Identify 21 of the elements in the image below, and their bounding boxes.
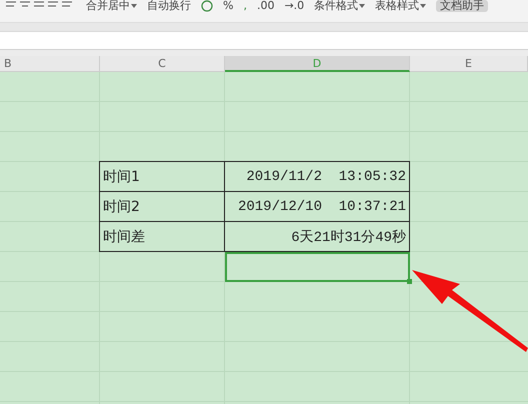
- table-cell: 时间差: [99, 221, 225, 252]
- percent-button[interactable]: %: [223, 0, 234, 12]
- column-header[interactable]: B: [0, 56, 100, 72]
- assistant-button[interactable]: 文档助手: [436, 0, 488, 12]
- table-cell: 时间1: [99, 161, 225, 192]
- caret-icon: [131, 4, 137, 8]
- add-decimal-button[interactable]: .00: [256, 0, 274, 12]
- caret-icon: [420, 4, 426, 8]
- caret-icon: [359, 4, 366, 8]
- remove-decimal-button[interactable]: →.0: [284, 0, 304, 12]
- column-header[interactable]: E: [410, 56, 528, 72]
- table-style-button[interactable]: 表格样式: [375, 0, 426, 12]
- active-cell[interactable]: [225, 252, 410, 282]
- table-cell: 6天21时31分49秒: [224, 221, 410, 252]
- merge-center-button[interactable]: 合并居中: [86, 0, 137, 12]
- comma-button[interactable]: ,: [243, 0, 247, 12]
- table-cell: 2019/11/2 13:05:32: [224, 161, 410, 192]
- conditional-format-button[interactable]: 条件格式: [314, 0, 366, 12]
- wrap-text-button[interactable]: 自动换行: [147, 0, 191, 12]
- currency-icon[interactable]: [201, 0, 213, 12]
- column-header[interactable]: C: [100, 56, 225, 72]
